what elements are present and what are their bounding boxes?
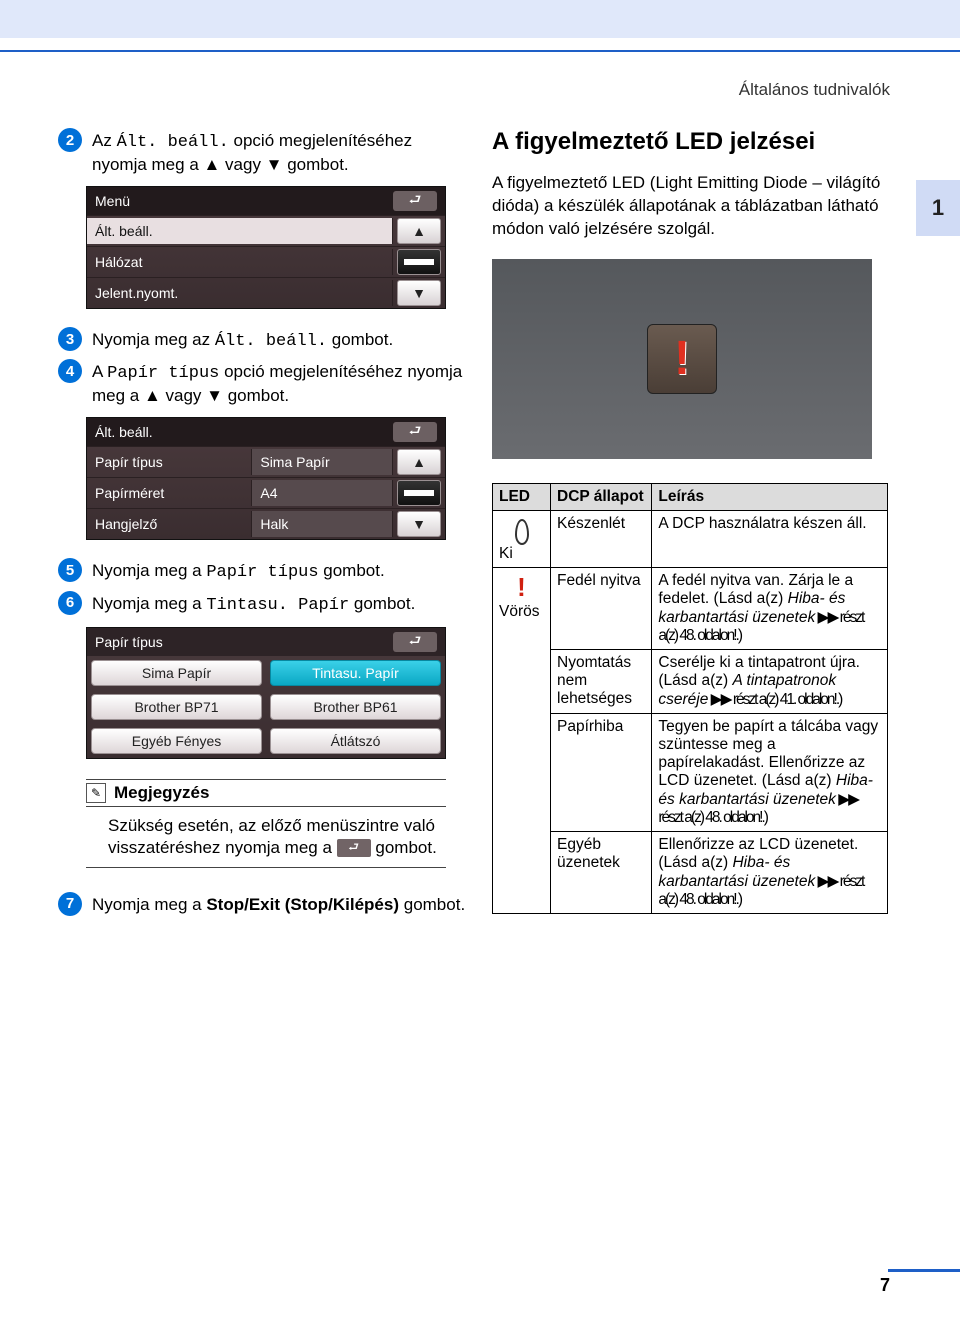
down-arrow-button[interactable]: ▼: [397, 280, 441, 306]
led-off-cell: Ki: [493, 510, 551, 567]
step-bullet: 6: [58, 591, 82, 615]
led-panel: !: [647, 324, 717, 394]
back-icon-inline: ⮐: [337, 839, 371, 857]
th-status: DCP állapot: [551, 483, 652, 510]
step-7: 7 Nyomja meg a Stop/Exit (Stop/Kilépés) …: [58, 892, 468, 916]
paper-option[interactable]: Átlátszó: [270, 728, 441, 754]
desc-cell: A fedél nyitva van. Zárja le a fedelet. …: [652, 567, 888, 649]
page-number: 7: [880, 1275, 890, 1296]
menu-item[interactable]: Jelent.nyomt.: [87, 280, 393, 306]
status-cell: Fedél nyitva: [551, 567, 652, 649]
step-3: 3 Nyomja meg az Ált. beáll. gombot.: [58, 327, 468, 353]
lcd-title: Papír típus: [95, 634, 163, 650]
back-icon[interactable]: ⮐: [393, 632, 437, 652]
back-icon[interactable]: ⮐: [393, 422, 437, 442]
status-cell: Készenlét: [551, 510, 652, 567]
paper-option[interactable]: Sima Papír: [91, 660, 262, 686]
chapter-tab: 1: [916, 180, 960, 236]
step-bullet: 4: [58, 359, 82, 383]
note-icon: ✎: [86, 783, 106, 803]
scrollbar-track: [397, 480, 441, 506]
step-bullet: 7: [58, 892, 82, 916]
scrollbar-track: [397, 249, 441, 275]
paper-option[interactable]: Egyéb Fényes: [91, 728, 262, 754]
section-title: A figyelmeztető LED jelzései: [492, 128, 902, 156]
status-cell: Papírhiba: [551, 713, 652, 831]
up-arrow-button[interactable]: ▲: [397, 449, 441, 475]
desc-cell: Tegyen be papírt a tálcába vagy szüntess…: [652, 713, 888, 831]
note-body: Szükség esetén, az előző menüszintre val…: [86, 807, 446, 868]
step-bullet: 3: [58, 327, 82, 351]
note-box: ✎ Megjegyzés Szükség esetén, az előző me…: [86, 779, 446, 876]
up-arrow-button[interactable]: ▲: [397, 218, 441, 244]
setting-name[interactable]: Hangjelző: [87, 511, 252, 537]
desc-cell: Ellenőrizze az LCD üzenetet. (Lásd a(z) …: [652, 831, 888, 913]
led-photo: !: [492, 259, 872, 459]
step-6: 6 Nyomja meg a Tintasu. Papír gombot.: [58, 591, 468, 617]
led-status-table: LED DCP állapot Leírás Ki Készenlét A DC…: [492, 483, 888, 914]
top-band: [0, 0, 960, 38]
led-off-icon: [515, 519, 529, 545]
step-5: 5 Nyomja meg a Papír típus gombot.: [58, 558, 468, 584]
setting-value[interactable]: Sima Papír: [252, 449, 393, 475]
step-2: 2 Az Ált. beáll. opció megjelenítéséhez …: [58, 128, 468, 176]
step-bullet: 5: [58, 558, 82, 582]
led-red-cell: ! Vörös: [493, 567, 551, 913]
setting-name[interactable]: Papír típus: [87, 449, 252, 475]
setting-value[interactable]: A4: [252, 480, 393, 506]
left-column: 2 Az Ált. beáll. opció megjelenítéséhez …: [58, 128, 468, 922]
th-desc: Leírás: [652, 483, 888, 510]
paper-option-selected[interactable]: Tintasu. Papír: [270, 660, 441, 686]
back-icon[interactable]: ⮐: [393, 191, 437, 211]
setting-name[interactable]: Papírméret: [87, 480, 252, 506]
lcd-title: Menü: [95, 193, 130, 209]
status-cell: Nyomtatás nem lehetséges: [551, 649, 652, 713]
right-column: A figyelmeztető LED jelzései A figyelmez…: [492, 128, 902, 922]
menu-item[interactable]: Hálózat: [87, 249, 393, 275]
step-text: Az Ált. beáll. opció megjelenítéséhez ny…: [92, 128, 468, 176]
lcd-settings-screen: Ált. beáll. ⮐ Papír típus Sima Papír ▲ P…: [86, 417, 446, 540]
section-paragraph: A figyelmeztető LED (Light Emitting Diod…: [492, 172, 902, 241]
lcd-title: Ált. beáll.: [95, 424, 153, 440]
lcd-menu-screen: Menü ⮐ Ált. beáll. ▲ Hálózat Jelent.nyom…: [86, 186, 446, 309]
footer-rule: [888, 1269, 960, 1272]
lcd-paper-type-screen: Papír típus ⮐ Sima Papír Tintasu. Papír …: [86, 627, 446, 759]
setting-value[interactable]: Halk: [252, 511, 393, 537]
warning-icon: !: [674, 331, 690, 386]
desc-cell: A DCP használatra készen áll.: [652, 510, 888, 567]
paper-option[interactable]: Brother BP61: [270, 694, 441, 720]
th-led: LED: [493, 483, 551, 510]
header-text: Általános tudnivalók: [0, 52, 960, 100]
paper-option[interactable]: Brother BP71: [91, 694, 262, 720]
led-red-icon: !: [499, 572, 544, 603]
step-4: 4 A Papír típus opció megjelenítéséhez n…: [58, 359, 468, 407]
step-bullet: 2: [58, 128, 82, 152]
down-arrow-button[interactable]: ▼: [397, 511, 441, 537]
note-title: Megjegyzés: [114, 783, 209, 803]
desc-cell: Cserélje ki a tintapatront újra. (Lásd a…: [652, 649, 888, 713]
menu-item-selected[interactable]: Ált. beáll.: [87, 218, 393, 244]
status-cell: Egyéb üzenetek: [551, 831, 652, 913]
